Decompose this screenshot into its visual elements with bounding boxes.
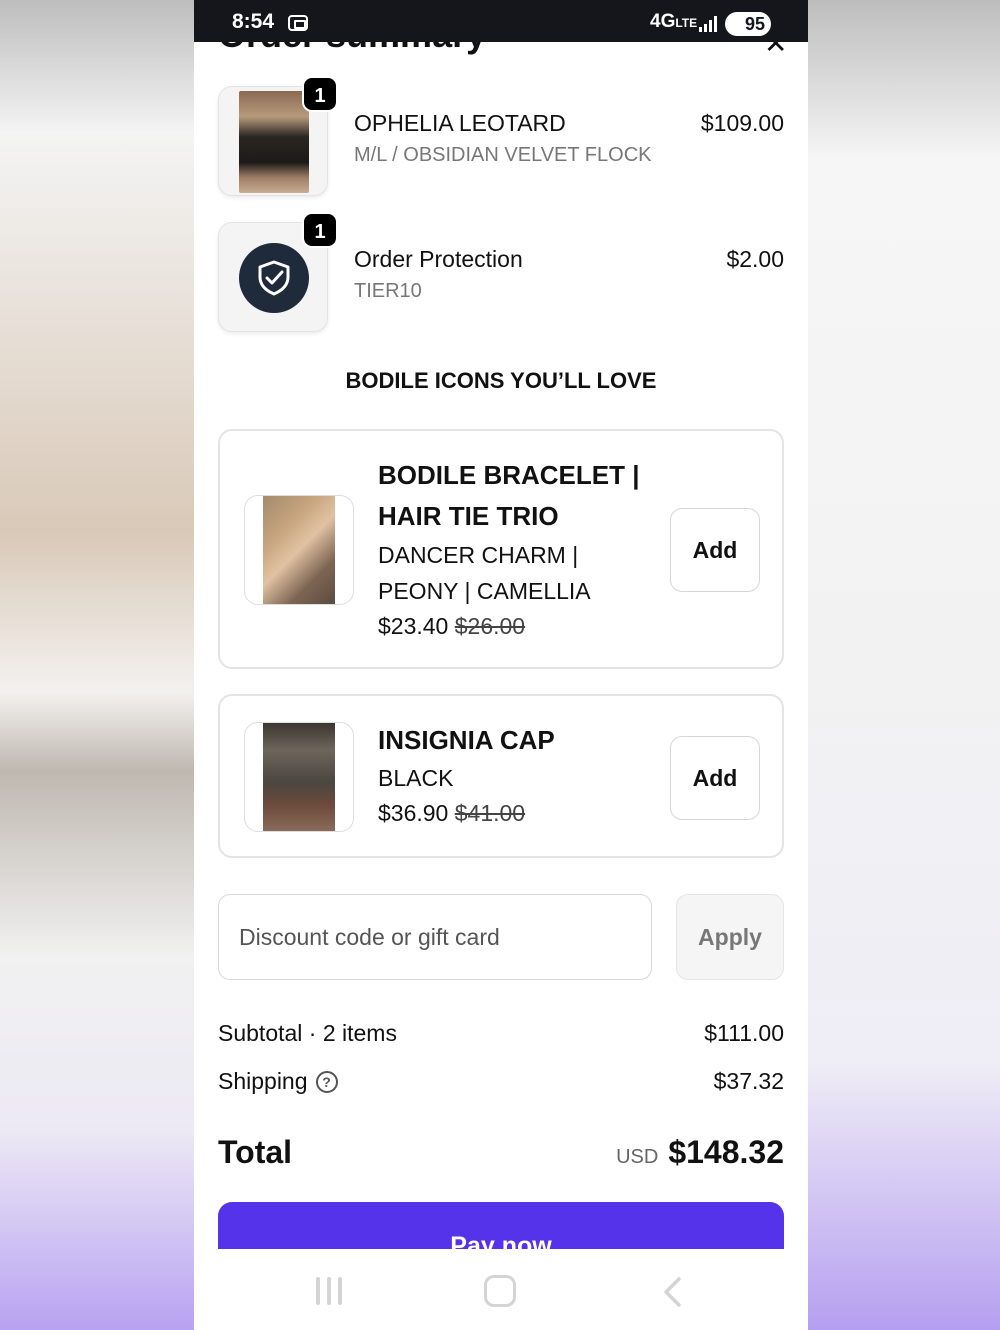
subtotal-label: Subtotal · 2 items — [218, 1020, 397, 1046]
cap-photo — [263, 723, 335, 831]
network-type: 4G — [650, 11, 676, 32]
background-blur-left — [0, 0, 194, 1330]
discount-code-input[interactable]: Discount code or gift card — [218, 894, 652, 980]
quantity-badge: 1 — [302, 212, 338, 248]
item-price: $2.00 — [726, 246, 784, 272]
compare-price: $26.00 — [454, 613, 526, 639]
home-icon[interactable] — [484, 1275, 516, 1307]
network-indicator: 4GLTE — [650, 11, 697, 33]
upsell-card: INSIGNIA CAP BLACK $36.90 $41.00 Add — [218, 694, 784, 858]
upsell-card: BODILE BRACELET | HAIR TIE TRIO DANCER C… — [218, 429, 784, 669]
upsell-title-line2: HAIR TIE TRIO — [378, 501, 559, 531]
screenshot-icon — [288, 15, 308, 31]
android-nav-bar — [194, 1249, 808, 1330]
upsell-variant: DANCER CHARM | — [378, 542, 579, 568]
cart-item: 1 Order Protection TIER10 $2.00 — [218, 212, 784, 332]
add-button[interactable]: Add — [670, 736, 760, 820]
upsell-title: INSIGNIA CAP — [378, 725, 555, 755]
add-button[interactable]: Add — [670, 508, 760, 592]
sale-price: $23.40 — [378, 613, 449, 639]
upsell-title: BODILE BRACELET | — [378, 460, 640, 490]
upsell-price: $36.90 $41.00 — [378, 800, 525, 827]
background-blur-right — [808, 0, 1000, 1330]
subtotal-row: Subtotal · 2 items $111.00 — [218, 1020, 784, 1047]
recent-apps-icon[interactable] — [316, 1277, 342, 1305]
upsell-thumbnail — [244, 722, 354, 832]
item-variant: TIER10 — [354, 280, 422, 302]
item-name: Order Protection — [354, 246, 523, 272]
upsell-variant-line2: PEONY | CAMELLIA — [378, 578, 591, 604]
shipping-value: $37.32 — [713, 1068, 784, 1094]
signal-icon — [699, 16, 717, 32]
back-icon[interactable] — [662, 1277, 682, 1307]
bracelet-photo — [263, 496, 335, 604]
status-bar: 8:54 4GLTE 95 — [194, 0, 808, 42]
total-label: Total — [218, 1134, 293, 1170]
currency-code: USD — [616, 1146, 659, 1168]
status-time: 8:54 — [232, 10, 275, 33]
phone-screen: 8:54 4GLTE 95 Order summary ✕ 1 OPHELIA … — [194, 0, 808, 1330]
subtotal-value: $111.00 — [704, 1020, 784, 1046]
upsell-heading: BODILE ICONS YOU’LL LOVE — [345, 368, 657, 393]
shipping-label: Shipping — [218, 1068, 308, 1094]
apply-button[interactable]: Apply — [676, 894, 784, 980]
cart-item: 1 OPHELIA LEOTARD M/L / OBSIDIAN VELVET … — [218, 76, 784, 196]
sale-price: $36.90 — [378, 800, 449, 826]
shipping-row: Shipping? $37.32 — [218, 1068, 784, 1095]
total-amount-group: USD $148.32 — [616, 1134, 784, 1171]
leotard-photo — [239, 91, 309, 193]
compare-price: $41.00 — [454, 800, 526, 826]
item-price: $109.00 — [700, 110, 784, 136]
item-variant: M/L / OBSIDIAN VELVET FLOCK — [354, 144, 652, 166]
total-amount: $148.32 — [668, 1134, 784, 1170]
upsell-thumbnail — [244, 495, 354, 605]
shield-check-icon — [239, 243, 309, 313]
quantity-badge: 1 — [302, 76, 338, 112]
network-suffix: LTE — [675, 16, 698, 30]
help-icon[interactable]: ? — [315, 1071, 338, 1093]
item-name: OPHELIA LEOTARD — [354, 110, 566, 136]
upsell-variant: BLACK — [378, 765, 454, 791]
battery-indicator: 95 — [725, 12, 771, 36]
upsell-price: $23.40 $26.00 — [378, 613, 525, 640]
